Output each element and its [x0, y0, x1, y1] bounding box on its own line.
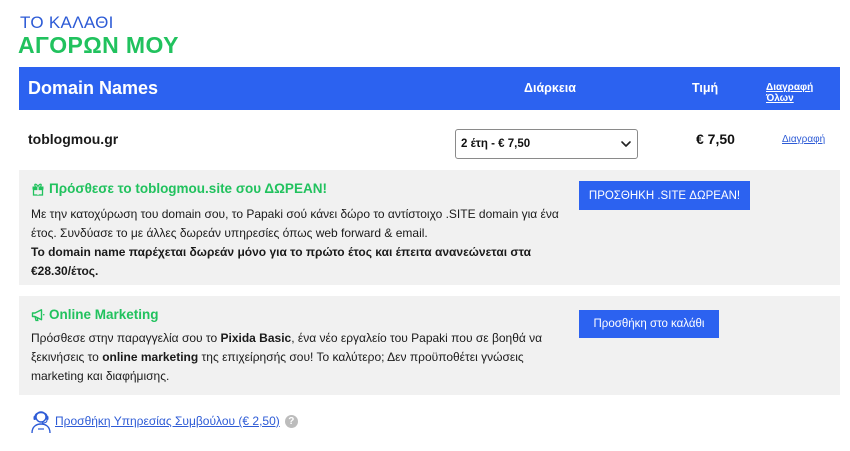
cart-item-price: € 7,50	[696, 131, 735, 147]
help-icon[interactable]: ?	[284, 414, 298, 428]
add-consultant-service-link[interactable]: Προσθήκη Υπηρεσίας Συμβούλου (€ 2,50)	[55, 414, 280, 428]
header-duration: Διάρκεια	[524, 81, 576, 95]
consultant-service-row: Προσθήκη Υπηρεσίας Συμβούλου (€ 2,50) ?	[30, 408, 298, 434]
promo-free-site: Πρόσθεσε το toblogmou.site σου ΔΩΡΕΑΝ! Μ…	[19, 170, 840, 285]
promo-site-text: Με την κατοχύρωση του domain σου, το Pap…	[31, 207, 559, 240]
header-domain-names: Domain Names	[28, 78, 159, 98]
add-to-cart-button[interactable]: Προσθήκη στο καλάθι	[579, 310, 719, 338]
page-title-top: ΤΟ ΚΑΛΑΘΙ	[20, 13, 114, 32]
promo-marketing-text-a: Πρόσθεσε στην παραγγελία σου το	[31, 331, 221, 345]
promo-site-title-text: Πρόσθεσε το toblogmou.site σου ΔΩΡΕΑΝ!	[49, 181, 327, 196]
promo-site-description: Με την κατοχύρωση του domain σου, το Pap…	[31, 205, 566, 281]
gift-icon	[32, 183, 44, 196]
promo-marketing-keyword: online marketing	[102, 350, 199, 364]
promo-site-title: Πρόσθεσε το toblogmou.site σου ΔΩΡΕΑΝ!	[31, 181, 327, 196]
duration-select[interactable]: 2 έτη - € 7,50	[455, 129, 638, 159]
chevron-down-icon	[621, 141, 631, 147]
promo-marketing-product: Pixida Basic	[220, 331, 292, 345]
cart-table-header: Domain Names Διάρκεια Τιμή Διαγραφή Όλων	[19, 67, 840, 110]
delete-item-link[interactable]: Διαγραφή	[782, 134, 825, 145]
add-free-site-button[interactable]: ΠΡΟΣΘΗΚΗ .SITE ΔΩΡΕΑΝ!	[579, 181, 750, 210]
page-title: ΑΓΟΡΩΝ ΜΟΥ	[18, 32, 179, 58]
header-price: Τιμή	[692, 81, 719, 95]
promo-marketing-title-text: Online Marketing	[49, 307, 159, 322]
promo-online-marketing: Online Marketing Πρόσθεσε στην παραγγελί…	[19, 296, 840, 395]
promo-site-renewal-note: Το domain name παρέχεται δωρεάν μόνο για…	[31, 245, 531, 278]
support-agent-icon	[31, 411, 51, 434]
duration-selected-value: 2 έτη - € 7,50	[461, 138, 531, 150]
promo-marketing-title: Online Marketing	[31, 307, 159, 322]
cart-item-domain: toblogmou.gr	[28, 131, 119, 147]
megaphone-icon	[31, 308, 45, 321]
promo-marketing-description: Πρόσθεσε στην παραγγελία σου το Pixida B…	[31, 329, 566, 386]
delete-all-link[interactable]: Διαγραφή Όλων	[766, 82, 840, 104]
